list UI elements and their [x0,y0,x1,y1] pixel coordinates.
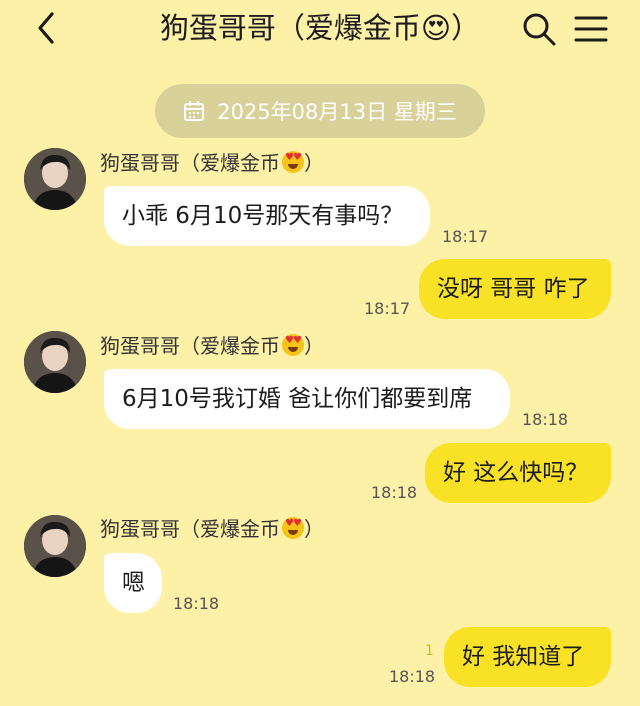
message-time: 18:18 [173,594,220,613]
message-bubble-outgoing[interactable]: 好 这么快吗？ [425,443,611,503]
avatar-image [24,515,86,577]
search-icon[interactable] [520,10,558,48]
message-time: 18:18 [371,483,418,502]
avatar[interactable] [24,331,86,393]
message-bubble-outgoing[interactable]: 没呀 哥哥 咋了 [419,259,611,319]
message-bubble-incoming[interactable]: 6月10号我订婚 爸让你们都要到席 [104,369,510,429]
unread-count: 1 [425,643,434,659]
message-time: 18:17 [364,299,411,318]
avatar[interactable] [24,148,86,210]
sender-name: 狗蛋哥哥（爱爆金币） [100,149,324,177]
heart-eyes-emoji-icon [282,334,304,356]
sender-name: 狗蛋哥哥（爱爆金币） [100,332,324,360]
message-bubble-outgoing[interactable]: 好 我知道了 [444,627,611,687]
menu-icon[interactable] [572,10,610,48]
message-time: 18:18 [522,410,569,429]
avatar[interactable] [24,515,86,577]
avatar-image [24,148,86,210]
heart-eyes-emoji-icon [282,151,304,173]
heart-eyes-emoji-icon [282,517,304,539]
message-time: 18:17 [442,227,489,246]
calendar-icon [184,101,205,121]
message-bubble-incoming[interactable]: 小乖 6月10号那天有事吗？ [104,186,430,246]
avatar-image [24,331,86,393]
top-bar: 狗蛋哥哥（爱爆金币😍） [0,0,640,58]
message-time: 18:18 [389,667,436,686]
date-separator[interactable]: 2025年08月13日 星期三 [155,84,485,138]
date-label: 2025年08月13日 星期三 [217,100,457,124]
sender-name: 狗蛋哥哥（爱爆金币） [100,515,324,543]
message-bubble-incoming[interactable]: 嗯 [104,553,162,613]
